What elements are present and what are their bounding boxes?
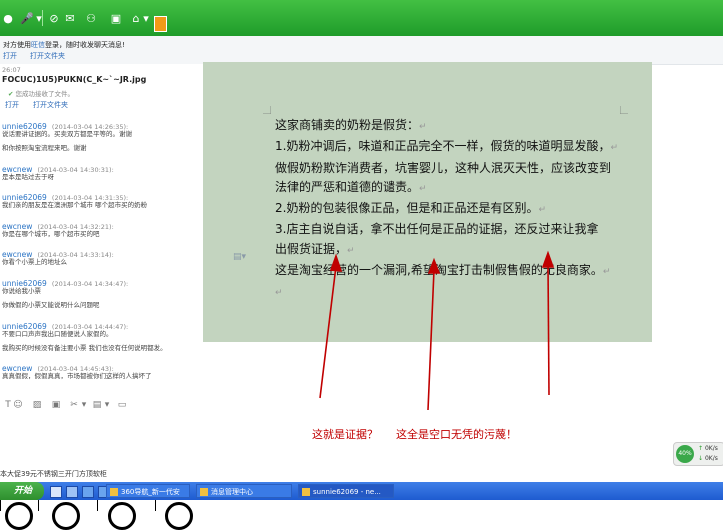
dropdown-icon-3[interactable]: ▾ bbox=[79, 400, 89, 410]
dropdown-icon-4[interactable]: ▾ bbox=[102, 400, 112, 410]
image-icon[interactable]: ▨ bbox=[32, 400, 42, 410]
network-speed-widget[interactable]: 40% ↑ 0K/s ↓ 0K/s bbox=[673, 442, 723, 466]
screenshot-icon[interactable]: ✂ bbox=[69, 400, 79, 410]
emoji-icon[interactable]: ☺ bbox=[13, 400, 23, 410]
message-input[interactable]: 这就是证据？ 这全是空口无凭的污蔑！ bbox=[0, 418, 723, 466]
quick-launch-icon[interactable] bbox=[50, 486, 62, 498]
quick-launch-icon[interactable] bbox=[66, 486, 78, 498]
quick-launch-icon[interactable] bbox=[82, 486, 94, 498]
doc-icon[interactable]: ▭ bbox=[117, 400, 127, 410]
input-toolbar: T ☺ ▨ ▣ ✂ ▾ ▤ ▾ ▭ bbox=[0, 398, 723, 418]
annotation-caption-left: 这就是证据？ bbox=[312, 428, 378, 441]
font-icon[interactable]: T bbox=[3, 400, 13, 410]
download-speed: ↓ 0K/s bbox=[698, 455, 718, 462]
start-button[interactable]: 开始 bbox=[0, 482, 44, 500]
taskbar-button[interactable]: sunnie62069 - ne... bbox=[298, 484, 394, 498]
taskbar-button[interactable]: 消息管理中心 bbox=[196, 484, 292, 498]
ad-text[interactable]: 本大促39元不锈钢三开门方顶软柜 bbox=[0, 469, 107, 479]
search-icon[interactable] bbox=[52, 502, 80, 530]
speed-percent: 40% bbox=[676, 445, 694, 463]
picture-icon[interactable]: ▣ bbox=[51, 400, 61, 410]
annotation-caption-right: 这全是空口无凭的污蔑！ bbox=[396, 428, 517, 441]
rotate-icon[interactable] bbox=[108, 502, 136, 530]
upload-speed: ↑ 0K/s bbox=[698, 445, 718, 452]
history-icon[interactable]: ▤ bbox=[92, 400, 102, 410]
taskbar-button[interactable]: 360导航_新一代安 bbox=[106, 484, 190, 498]
undo-icon[interactable] bbox=[165, 502, 193, 530]
ad-bar: 本大促39元不锈钢三开门方顶软柜 bbox=[0, 466, 723, 482]
tool-icon[interactable] bbox=[5, 502, 33, 530]
